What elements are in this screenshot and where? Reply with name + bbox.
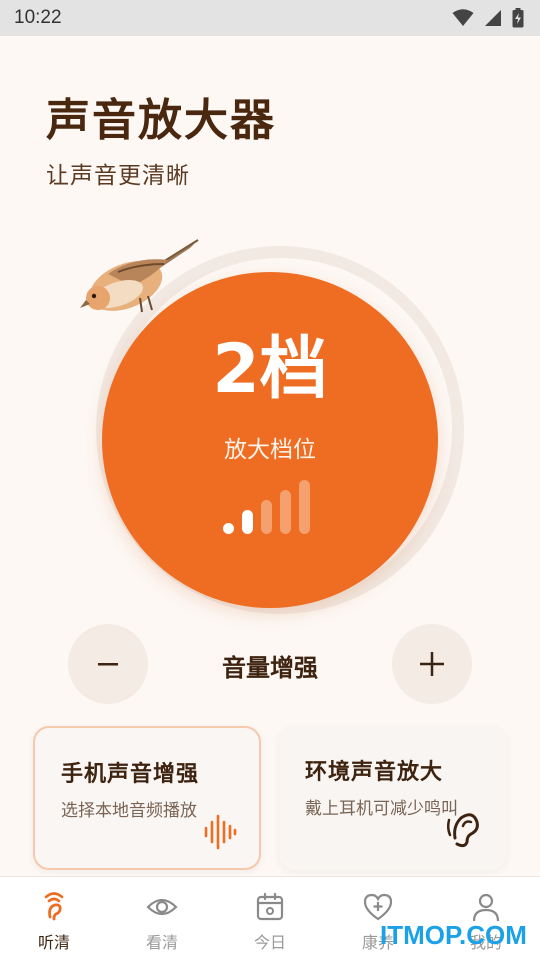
heart-plus-icon xyxy=(363,893,393,921)
status-icons xyxy=(452,8,524,28)
nav-item-vision[interactable]: 看清 xyxy=(108,877,216,960)
level-value: 2档 xyxy=(212,330,328,409)
ear-icon xyxy=(446,813,479,848)
signal-bar xyxy=(223,523,234,534)
nav-label: 看清 xyxy=(145,933,178,952)
wifi-icon xyxy=(452,9,474,26)
increase-button[interactable] xyxy=(392,624,472,704)
watermark: ITMOP.COM xyxy=(380,920,527,950)
level-caption: 放大档位 xyxy=(224,437,316,463)
eye-icon xyxy=(146,898,178,916)
calendar-icon xyxy=(256,892,284,921)
nav-label: 听清 xyxy=(37,933,70,952)
phone-sound-boost-card[interactable]: 手机声音增强 选择本地音频播放 xyxy=(33,726,261,870)
card-description: 选择本地音频播放 xyxy=(61,801,197,821)
signal-icon xyxy=(485,10,501,26)
decrease-button[interactable] xyxy=(68,624,148,704)
ambient-sound-amplify-card[interactable]: 环境声音放大 戴上耳机可减少鸣叫 xyxy=(279,726,507,870)
card-title: 环境声音放大 xyxy=(305,760,444,785)
sound-wave-icon xyxy=(204,814,237,850)
bird-illustration xyxy=(80,239,199,313)
minus-icon xyxy=(98,663,118,666)
level-signal-bars-icon xyxy=(223,480,310,534)
person-icon xyxy=(472,893,500,922)
page-title: 声音放大器 xyxy=(46,95,276,146)
signal-bar xyxy=(242,510,253,534)
nav-item-today[interactable]: 今日 xyxy=(216,877,324,960)
page-subtitle: 让声音更清晰 xyxy=(46,163,190,189)
signal-bar xyxy=(280,490,291,534)
nav-label: 今日 xyxy=(253,933,286,952)
hearing-icon xyxy=(44,892,64,921)
battery-icon xyxy=(512,8,524,28)
status-bar: 10:22 xyxy=(0,0,540,36)
card-description: 戴上耳机可减少鸣叫 xyxy=(305,799,458,819)
volume-boost-label: 音量增强 xyxy=(222,654,318,682)
status-time: 10:22 xyxy=(14,7,62,28)
nav-item-hearing[interactable]: 听清 xyxy=(0,877,108,960)
signal-bar xyxy=(299,480,310,534)
signal-bar xyxy=(261,500,272,534)
plus-icon xyxy=(420,652,444,676)
card-title: 手机声音增强 xyxy=(61,762,200,787)
